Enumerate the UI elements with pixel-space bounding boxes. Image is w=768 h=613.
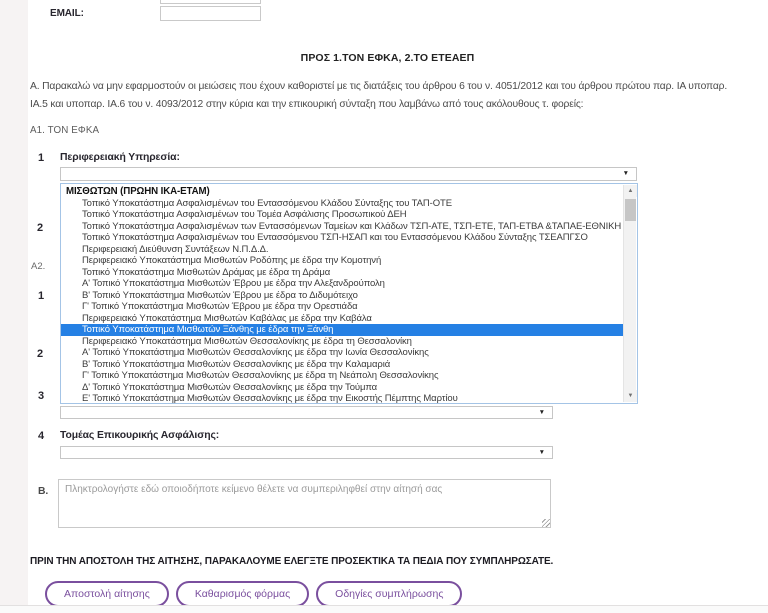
dropdown-option[interactable]: Β' Τοπικό Υποκατάστημα Μισθωτών Έβρου με… (61, 290, 623, 302)
clear-form-button[interactable]: Καθαρισμός φόρμας (176, 581, 309, 607)
pre-submit-warning-text: ΠΡΙΝ ΤΗΝ ΑΠΟΣΤΟΛΗ ΤΗΣ ΑΙΤΗΣΗΣ, ΠΑΡΑΚΑΛΟΥ… (30, 556, 553, 567)
dropdown-option[interactable]: Τοπικό Υποκατάστημα Ασφαλισμένων του Εντ… (61, 232, 623, 244)
a2-field2-number: 2 (37, 348, 43, 360)
field-b-label: Β. (38, 486, 48, 497)
dropdown-option[interactable]: Τοπικό Υποκατάστημα Ασφαλισμένων του Εντ… (61, 198, 623, 210)
dropdown-option[interactable]: Τοπικό Υποκατάστημα Ασφαλισμένων των Εντ… (61, 221, 623, 233)
paragraph-a: Α. Παρακαλώ να μην εφαρμοστούν οι μειώσε… (30, 78, 746, 113)
page-left-margin (0, 0, 28, 606)
submit-application-button[interactable]: Αποστολή αίτησης (45, 581, 169, 607)
regional-service-dropdown-list[interactable]: ΜΙΣΘΩΤΩΝ (ΠΡΩΗΝ ΙΚΑ-ΕΤΑΜ)Τοπικό Υποκατάσ… (60, 183, 638, 404)
dropdown-group-header[interactable]: ΜΙΣΘΩΤΩΝ (ΠΡΩΗΝ ΙΚΑ-ΕΤΑΜ) (61, 186, 623, 198)
form-heading: ΠΡΟΣ 1.ΤΟΝ ΕΦΚΑ, 2.ΤΟ ΕΤΕΑΕΠ (30, 52, 745, 64)
scroll-down-icon[interactable]: ▼ (624, 390, 637, 402)
dropdown-option[interactable]: Α' Τοπικό Υποκατάστημα Μισθωτών Έβρου με… (61, 278, 623, 290)
dropdown-items-container: ΜΙΣΘΩΤΩΝ (ΠΡΩΗΝ ΙΚΑ-ΕΤΑΜ)Τοπικό Υποκατάσ… (61, 186, 623, 404)
dropdown-option[interactable]: Β' Τοπικό Υποκατάστημα Μισθωτών Θεσσαλον… (61, 359, 623, 371)
regional-service-select[interactable]: ▼ (60, 167, 637, 181)
supplementary-insurance-select[interactable]: ▼ (60, 446, 553, 459)
dropdown-option[interactable]: Περιφερειακό Υποκατάστημα Μισθωτών Καβάλ… (61, 313, 623, 325)
dropdown-option[interactable]: Δ' Τοπικό Υποκατάστημα Μισθωτών Θεσσαλον… (61, 382, 623, 394)
scroll-up-icon[interactable]: ▲ (624, 185, 637, 197)
free-text-comment-textarea[interactable] (58, 479, 551, 528)
dropdown-option[interactable]: Ε' Τοπικό Υποκατάστημα Μισθωτών Θεσσαλον… (61, 393, 623, 404)
textarea-resize-handle-icon[interactable] (542, 519, 550, 527)
chevron-down-icon: ▼ (539, 409, 545, 416)
dropdown-option[interactable]: Γ' Τοπικό Υποκατάστημα Μισθωτών Θεσσαλον… (61, 370, 623, 382)
dropdown-scrollbar[interactable]: ▲ ▼ (623, 185, 636, 402)
field1-number: 1 (38, 152, 44, 164)
a2-field3-number: 3 (38, 390, 44, 402)
field2-number: 2 (37, 222, 43, 234)
chevron-down-icon: ▼ (623, 170, 629, 177)
phone-field-label: ΑΡΙΘΜΟΣ ΤΗΛΕΦΩΝΟΥ: (50, 0, 164, 2)
dropdown-option[interactable]: Γ' Τοπικό Υποκατάστημα Μισθωτών Έβρου με… (61, 301, 623, 313)
dropdown-option[interactable]: Περιφερειακό Υποκατάστημα Μισθωτών Θεσσα… (61, 336, 623, 348)
dropdown-option[interactable]: Α' Τοπικό Υποκατάστημα Μισθωτών Θεσσαλον… (61, 347, 623, 359)
form-actions: Αποστολή αίτησης Καθαρισμός φόρμας Οδηγί… (45, 581, 462, 607)
email-input[interactable] (160, 6, 261, 21)
dropdown-option[interactable]: Τοπικό Υποκατάστημα Μισθωτών Δράμας με έ… (61, 267, 623, 279)
section-a2-label: Α2. (31, 261, 45, 272)
section-a1-label: Α1. ΤΟΝ ΕΦΚΑ (30, 125, 99, 136)
field4-label: Τομέας Επικουρικής Ασφάλισης: (60, 430, 219, 441)
filling-instructions-button[interactable]: Οδηγίες συμπλήρωσης (316, 581, 462, 607)
field3-select[interactable]: ▼ (60, 406, 553, 419)
dropdown-option[interactable]: Τοπικό Υποκατάστημα Μισθωτών Ξάνθης με έ… (61, 324, 623, 336)
field1-label: Περιφερειακή Υπηρεσία: (60, 152, 180, 163)
phone-input[interactable] (160, 0, 261, 4)
scrollbar-thumb[interactable] (625, 199, 636, 221)
a2-field1-number: 1 (38, 290, 44, 302)
field4-number: 4 (38, 430, 44, 442)
dropdown-option[interactable]: Περιφερειακή Διεύθυνση Συντάξεων Ν.Π.Δ.Δ… (61, 244, 623, 256)
dropdown-option[interactable]: Τοπικό Υποκατάστημα Ασφαλισμένων του Τομ… (61, 209, 623, 221)
page-bottom-edge (0, 605, 768, 613)
efka-application-form-page: ΑΡΙΘΜΟΣ ΤΗΛΕΦΩΝΟΥ: EMAIL: ΠΡΟΣ 1.ΤΟΝ ΕΦΚ… (0, 0, 768, 613)
dropdown-option[interactable]: Περιφερειακό Υποκατάστημα Μισθωτών Ροδόπ… (61, 255, 623, 267)
chevron-down-icon: ▼ (539, 449, 545, 456)
email-field-label: EMAIL: (50, 8, 84, 19)
